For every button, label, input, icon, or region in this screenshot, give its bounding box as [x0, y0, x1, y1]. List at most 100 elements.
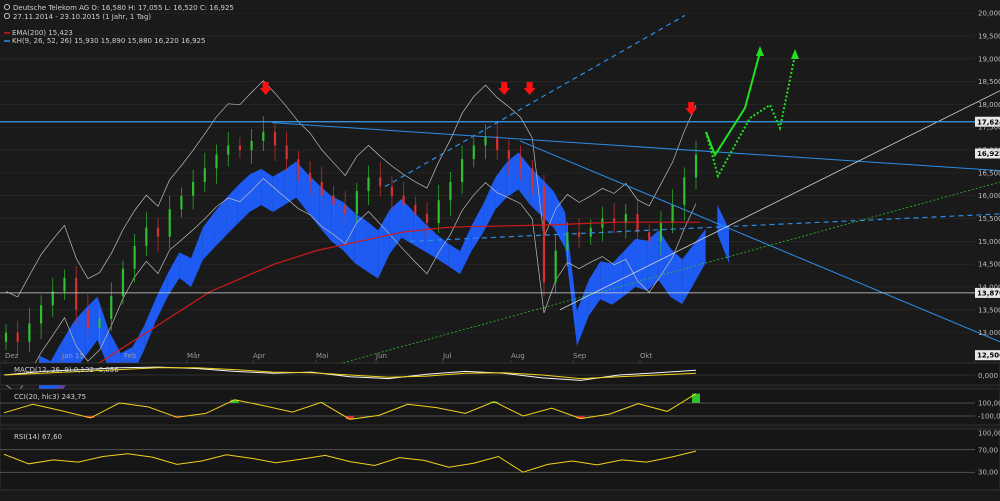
candle-body — [683, 177, 686, 205]
candle-body — [461, 159, 464, 182]
stock-chart[interactable]: 17,62416,92513,87012,506 20,00019,50019,… — [0, 0, 1000, 501]
candle-body — [472, 145, 475, 160]
candle-body — [28, 323, 31, 342]
price-tick-label: 14,000 — [978, 283, 1000, 291]
candle-body — [566, 232, 569, 251]
price-badge-label: 12,506 — [977, 352, 1000, 360]
price-tick-label: 19,500 — [978, 32, 1000, 40]
candle-body — [496, 136, 499, 151]
price-tick-label: 16,500 — [978, 169, 1000, 177]
rsi-tick-label: 70,00 — [978, 446, 998, 454]
indicator-panel-frame — [0, 362, 1000, 386]
candle-body — [168, 209, 171, 237]
candle-body — [63, 277, 66, 292]
price-tick-label: 14,500 — [978, 261, 1000, 269]
price-tick-label: 13,500 — [978, 306, 1000, 314]
candle-body — [355, 191, 358, 214]
candle-body — [227, 145, 230, 155]
month-label: Jun — [375, 352, 387, 360]
candle-body — [250, 140, 253, 151]
candle-body — [297, 159, 300, 173]
candle-body — [75, 277, 78, 310]
candle-body — [519, 159, 522, 169]
macd-title: MACD(12, 26, 9) 0,132 -0,056 — [14, 366, 119, 374]
month-label: Mär — [187, 352, 200, 360]
price-tick-label: 18,500 — [978, 78, 1000, 86]
candle-body — [238, 145, 241, 151]
candle-body — [285, 145, 288, 160]
candle-body — [4, 332, 8, 342]
indicator-panel-frame — [0, 388, 1000, 426]
candle-body — [344, 204, 347, 214]
chart-background — [0, 0, 1000, 501]
candle-body — [180, 195, 183, 210]
macd-tick-label: 0,000 — [978, 372, 998, 380]
candle-body — [554, 250, 557, 283]
month-label: Sep — [573, 352, 587, 360]
candle-body — [133, 245, 136, 269]
price-tick-label: 15,500 — [978, 215, 1000, 223]
candle-body — [425, 213, 429, 224]
rsi-tick-label: 100,00 — [978, 430, 1000, 438]
candle-body — [145, 227, 148, 246]
month-label: Jul — [442, 352, 452, 360]
date-range-line: 27.11.2014 - 23.10.2015 (1 Jahr, 1 Tag) — [13, 13, 151, 21]
candle-body — [39, 305, 43, 324]
candle-body — [273, 131, 277, 146]
month-label: Jan 15 — [61, 352, 84, 360]
instrument-line: Deutsche Telekom AG O: 16,580 H: 17,055 … — [13, 4, 234, 12]
kumo-bull-segment — [600, 261, 613, 305]
price-tick-label: 19,000 — [978, 55, 1000, 63]
cci-title: CCI(20, hlc3) 243,75 — [14, 393, 86, 401]
candle-body — [98, 318, 101, 329]
candle-body — [110, 296, 113, 319]
ichimoku-legend-label: KH(9, 26, 52, 26) 15,930 15,890 15,880 1… — [12, 37, 205, 45]
candle-body — [659, 223, 663, 242]
candle-body — [437, 200, 440, 224]
candle-body — [589, 227, 592, 237]
candle-body — [332, 195, 335, 205]
candle-body — [51, 291, 54, 306]
candle-body — [648, 232, 651, 242]
candle-body — [577, 232, 581, 237]
candle-body — [671, 204, 674, 224]
candle-body — [449, 182, 452, 201]
month-label: Okt — [640, 352, 653, 360]
price-tick-label: 17,500 — [978, 124, 1000, 132]
kumo-bull-segment — [635, 238, 648, 291]
candle-body — [86, 309, 89, 329]
month-label: Apr — [253, 352, 265, 360]
month-label: Mai — [316, 352, 328, 360]
candle-body — [507, 150, 510, 160]
kumo-bull-segment — [366, 220, 379, 279]
candle-body — [16, 332, 19, 342]
month-label: Feb — [124, 352, 137, 360]
candle-body — [192, 182, 195, 196]
price-tick-label: 13,000 — [978, 329, 1000, 337]
candle-body — [308, 172, 312, 182]
candle-body — [121, 268, 125, 297]
month-label: Dez — [5, 352, 19, 360]
kumo-bull-segment — [272, 169, 285, 212]
cci-tick-label: -100,00 — [978, 413, 1000, 421]
candle-body — [531, 168, 534, 187]
candle-body — [215, 154, 218, 169]
candle-body — [636, 213, 639, 233]
candle-body — [262, 131, 265, 141]
candle-body — [542, 186, 546, 283]
candle-body — [390, 186, 394, 196]
candle-body — [320, 182, 323, 196]
price-tick-label: 18,000 — [978, 101, 1000, 109]
price-tick-label: 17,000 — [978, 147, 1000, 155]
candle-body — [203, 168, 206, 182]
candle-body — [484, 136, 487, 146]
candle-body — [156, 227, 160, 237]
rsi-title: RSI(14) 67,60 — [14, 433, 62, 441]
cci-tick-label: 100,00 — [978, 400, 1000, 408]
price-tick-label: 15,000 — [978, 238, 1000, 246]
candle-body — [367, 177, 370, 192]
ema-legend-label: EMA(200) 15,423 — [12, 29, 73, 37]
indicator-panel-frame — [0, 428, 1000, 491]
price-axis: 20,000 19,500 19,000 18,500 18,000 17,500 17,0… — [978, 10, 1000, 337]
month-label: Aug — [511, 352, 525, 360]
